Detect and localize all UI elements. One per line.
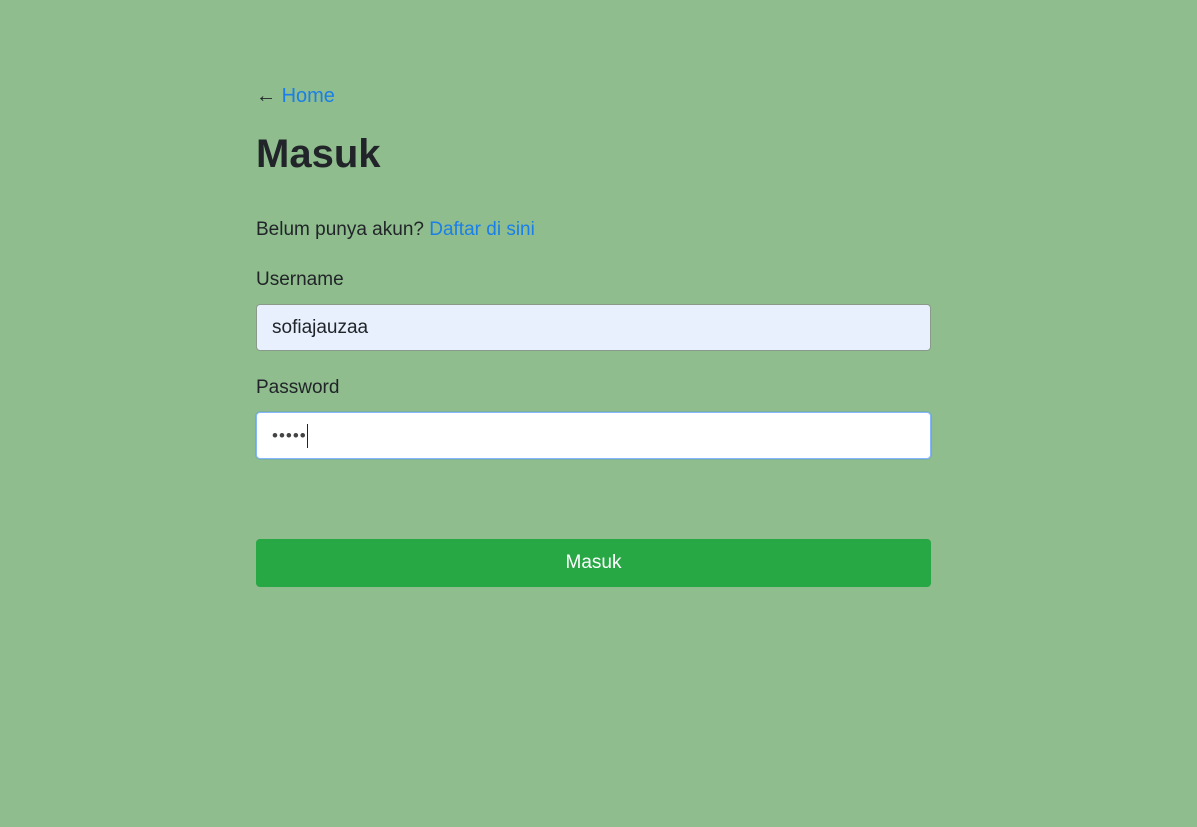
page-title: Masuk [256, 132, 381, 176]
back-nav: ← Home [256, 84, 335, 108]
username-value: sofiajauzaa [272, 317, 369, 338]
password-label: Password [256, 377, 340, 398]
password-input[interactable]: ••••• [256, 412, 931, 459]
back-arrow-icon: ← [256, 85, 276, 107]
username-label: Username [256, 269, 344, 290]
username-input[interactable]: sofiajauzaa [256, 304, 931, 351]
password-masked-value: ••••• [272, 426, 307, 445]
text-caret [306, 423, 308, 448]
register-prompt-text: Belum punya akun? [256, 219, 424, 240]
login-submit-button[interactable]: Masuk [256, 539, 931, 587]
home-link[interactable]: Home [282, 85, 335, 107]
register-prompt: Belum punya akun? Daftar di sini [256, 218, 535, 242]
register-link[interactable]: Daftar di sini [429, 219, 535, 240]
